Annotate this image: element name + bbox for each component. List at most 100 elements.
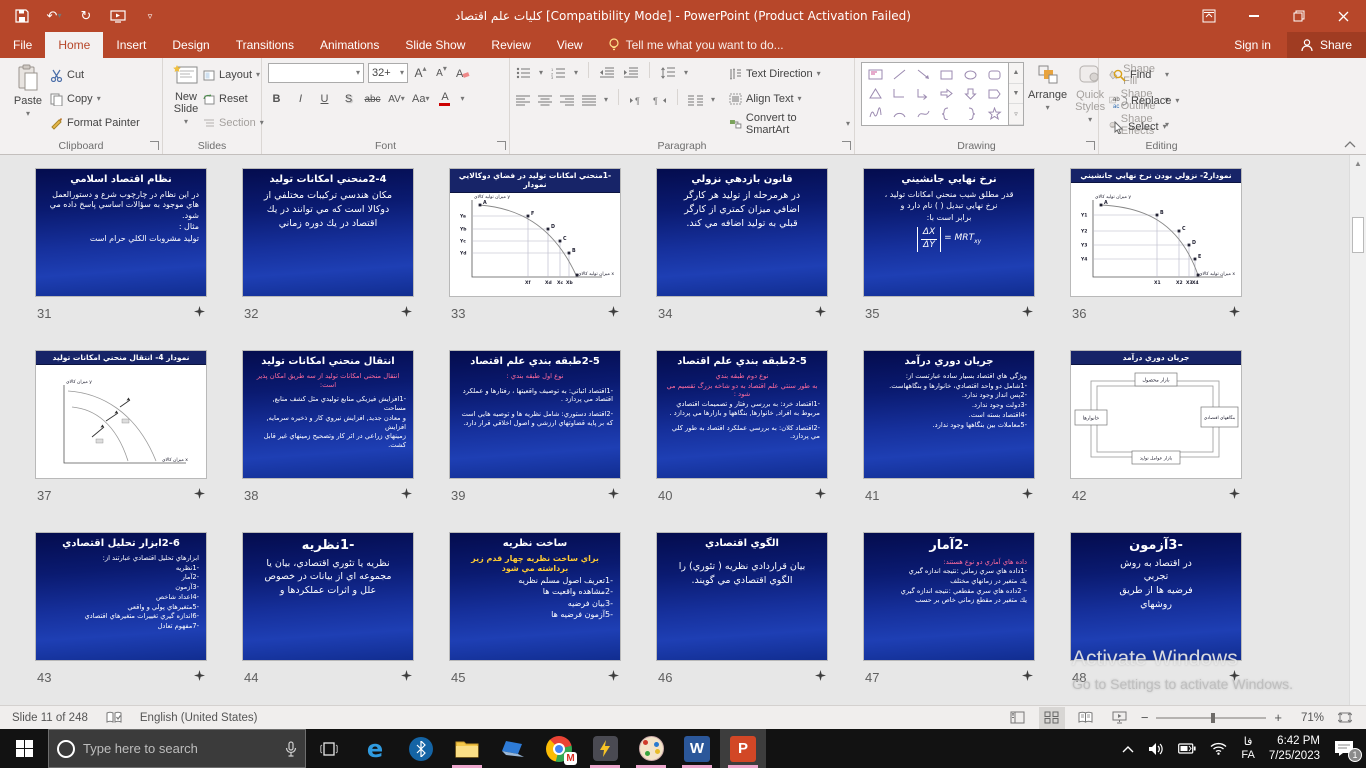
increase-font-button[interactable]: A▴ [412, 63, 429, 83]
align-right-icon[interactable] [560, 95, 574, 106]
slide-thumbnail-34[interactable]: قانون بازدهي نزوليدر هرمرحله از توليد هر… [656, 168, 828, 297]
align-center-icon[interactable] [538, 95, 552, 106]
search-input[interactable]: Type here to search [48, 729, 306, 768]
tray-expand-icon[interactable] [1122, 745, 1134, 753]
zoom-percentage[interactable]: 71% [1290, 712, 1324, 724]
shape-glyph[interactable] [911, 104, 935, 123]
strikethrough-button[interactable]: abc [364, 89, 381, 109]
shape-glyph[interactable] [911, 84, 935, 103]
rtl-text-icon[interactable]: ¶ [652, 95, 667, 106]
shape-glyph[interactable] [959, 84, 983, 103]
decrease-font-button[interactable]: A▾ [433, 63, 450, 83]
arrange-button[interactable]: Arrange▾ [1024, 62, 1071, 136]
font-color-button[interactable]: A [436, 89, 453, 109]
paragraph-dialog-launcher[interactable] [842, 141, 851, 150]
text-direction-button[interactable]: Text Direction▾ [729, 63, 850, 85]
slide-thumbnail-43[interactable]: 2-6ابزار تحليل اقتصاديابزارهاي تحليل اقت… [35, 532, 207, 661]
shape-glyph[interactable] [959, 104, 983, 123]
slide-thumbnail-39[interactable]: 2-5طبقه بندي علم اقتصادنوع اول طبقه بندي… [449, 350, 621, 479]
slide-thumbnail-46[interactable]: الگوي اقتصاديبيان قراردادي نظريه ( تئوري… [656, 532, 828, 661]
volume-icon[interactable] [1148, 742, 1164, 756]
slide-thumbnail-32[interactable]: 2-4منحني امكانات توليدمكان هندسي تركيبات… [242, 168, 414, 297]
slide-thumbnail-37[interactable]: نمودار 4- انتقال منحني امكانات توليد ميز… [35, 350, 207, 479]
select-button[interactable]: Select▾ [1113, 116, 1220, 138]
shape-glyph[interactable] [982, 84, 1006, 103]
tab-home[interactable]: Home [45, 32, 103, 58]
shape-glyph[interactable] [864, 104, 888, 123]
vertical-scrollbar[interactable]: ▲ [1349, 155, 1366, 705]
shape-glyph[interactable] [888, 84, 912, 103]
numbering-icon[interactable]: 123 [551, 67, 566, 79]
format-painter-button[interactable]: Format Painter [50, 112, 140, 134]
ribbon-display-options-icon[interactable] [1186, 0, 1231, 32]
slideshow-view-button[interactable] [1107, 707, 1133, 729]
slide-thumbnail-36[interactable]: نمودار2- نزولي بودن نرخ نهايي جانشيني مي… [1070, 168, 1242, 297]
bluetooth-icon[interactable] [398, 729, 444, 768]
shape-glyph[interactable] [982, 104, 1006, 123]
zoom-in-button[interactable]: + [1274, 710, 1282, 725]
wifi-icon[interactable] [1210, 742, 1227, 755]
share-button[interactable]: Share [1287, 32, 1366, 58]
drawing-dialog-launcher[interactable] [1086, 141, 1095, 150]
cut-button[interactable]: Cut [50, 64, 140, 86]
slide-thumbnail-31[interactable]: نظام اقتصاد اسلاميدر اين نظام در چارچوب … [35, 168, 207, 297]
language-switcher[interactable]: فاFA [1241, 736, 1254, 761]
slide-thumbnail-41[interactable]: جريان دوري درآمدويژگي هاي اقتصاد بسيار س… [863, 350, 1035, 479]
scrollbar-thumb[interactable] [1352, 217, 1364, 253]
start-slideshow-icon[interactable] [110, 8, 126, 24]
font-size-combo[interactable]: 32+▾ [368, 63, 408, 83]
winamp-icon[interactable] [582, 729, 628, 768]
shape-glyph[interactable] [864, 84, 888, 103]
copy-button[interactable]: Copy▾ [50, 88, 140, 110]
slide-sorter-view-button[interactable] [1039, 707, 1065, 729]
align-text-button[interactable]: Align Text▾ [729, 88, 850, 110]
tab-design[interactable]: Design [159, 32, 222, 58]
redo-icon[interactable]: ↻ [78, 8, 94, 24]
justify-icon[interactable] [582, 95, 596, 106]
reading-view-button[interactable] [1073, 707, 1099, 729]
tab-insert[interactable]: Insert [103, 32, 159, 58]
shapes-gallery[interactable]: ▲▼▿ [861, 62, 1024, 136]
restore-button[interactable] [1276, 0, 1321, 32]
tab-animations[interactable]: Animations [307, 32, 392, 58]
zoom-slider-thumb[interactable] [1211, 713, 1215, 723]
shapes-gallery-scroll[interactable]: ▲▼▿ [1009, 62, 1024, 126]
collapse-ribbon-icon[interactable] [1344, 141, 1356, 148]
clear-formatting-button[interactable]: A [454, 63, 471, 83]
shape-glyph[interactable] [959, 65, 983, 84]
line-spacing-icon[interactable] [660, 67, 676, 79]
underline-button[interactable]: U [316, 89, 333, 109]
powerpoint-icon[interactable]: P [720, 729, 766, 768]
tab-slideshow[interactable]: Slide Show [392, 32, 478, 58]
language-indicator[interactable]: English (United States) [140, 712, 258, 724]
fit-slide-to-window-button[interactable] [1332, 707, 1358, 729]
shape-glyph[interactable] [911, 65, 935, 84]
shape-glyph[interactable] [935, 104, 959, 123]
laptop-icon[interactable] [490, 729, 536, 768]
slide-thumbnail-45[interactable]: ساخت نظريهبراي ساخت نظريه چهار قدم زير ب… [449, 532, 621, 661]
character-spacing-button[interactable]: AV▾ [388, 89, 405, 109]
zoom-out-button[interactable]: − [1141, 710, 1149, 725]
font-dialog-launcher[interactable] [497, 141, 506, 150]
slide-thumbnail-35[interactable]: نرخ نهايي جانشينيقدر مطلق شيب منحني امكا… [863, 168, 1035, 297]
edge-icon[interactable]: e [352, 729, 398, 768]
clock[interactable]: 6:42 PM7/25/2023 [1269, 734, 1320, 763]
slide-thumbnail-33[interactable]: -1منحني امكانات توليد در فضاي دوكالايي ن… [449, 168, 621, 297]
paint-icon[interactable] [628, 729, 674, 768]
tab-view[interactable]: View [544, 32, 596, 58]
shape-glyph[interactable] [888, 65, 912, 84]
tab-file[interactable]: File [0, 32, 45, 58]
font-name-combo[interactable]: ▾ [268, 63, 364, 83]
reset-button[interactable]: Reset [203, 88, 264, 110]
shape-glyph[interactable] [982, 65, 1006, 84]
shape-glyph[interactable] [935, 84, 959, 103]
change-case-button[interactable]: Aa▾ [412, 89, 429, 109]
find-button[interactable]: Find [1113, 64, 1220, 86]
clipboard-dialog-launcher[interactable] [150, 141, 159, 150]
shadow-button[interactable]: S [340, 89, 357, 109]
sign-in-link[interactable]: Sign in [1218, 38, 1287, 52]
word-icon[interactable]: W [674, 729, 720, 768]
bullets-icon[interactable] [516, 67, 531, 79]
tab-transitions[interactable]: Transitions [223, 32, 307, 58]
convert-smartart-button[interactable]: Convert to SmartArt▾ [729, 113, 850, 135]
